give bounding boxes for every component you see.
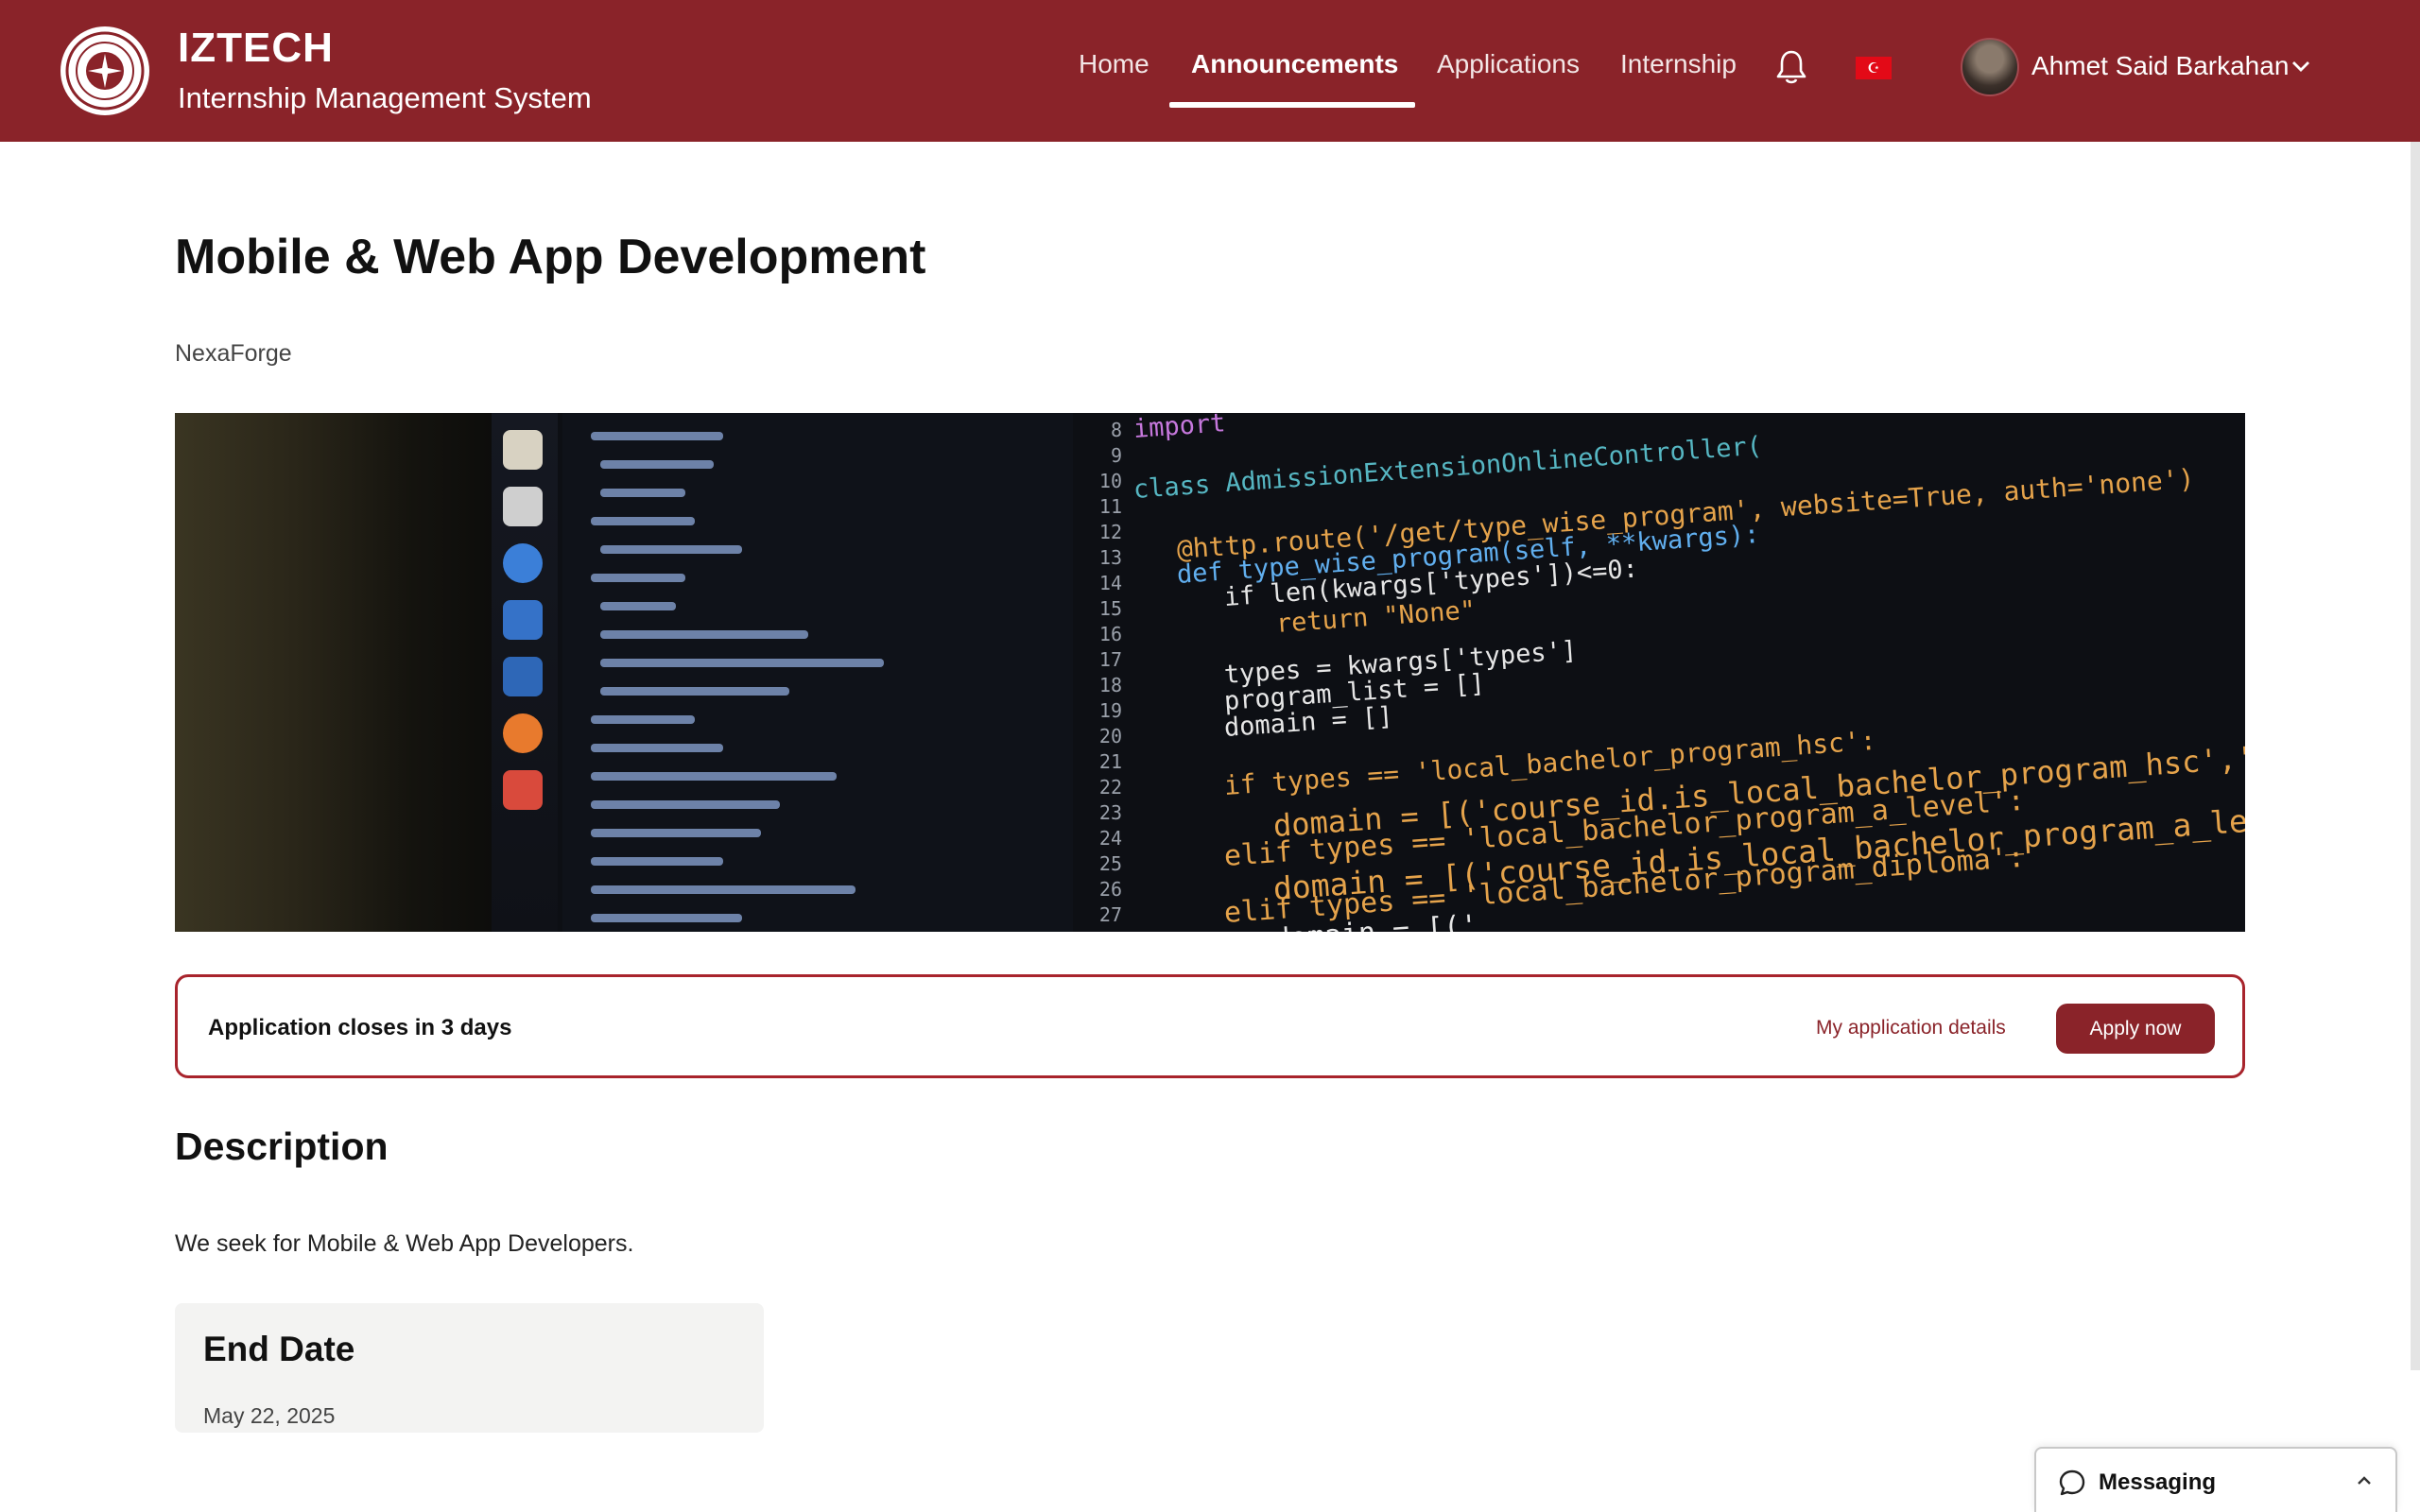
line-number: 15 xyxy=(1098,597,1122,620)
file-tree-line xyxy=(600,659,884,667)
file-tree-line xyxy=(591,715,695,724)
messaging-label: Messaging xyxy=(2099,1469,2217,1495)
nav-home[interactable]: Home xyxy=(1079,49,1150,79)
description-heading: Description xyxy=(175,1125,389,1168)
file-tree-line xyxy=(600,687,789,696)
application-closing-banner: Application closes in 3 days My applicat… xyxy=(175,974,2245,1078)
code-snippet: import class AdmissionExtensionOnlineCon… xyxy=(1130,413,2245,932)
line-number: 10 xyxy=(1098,470,1122,492)
line-number: 13 xyxy=(1098,546,1122,569)
code-line: class AdmissionExtensionOnlineController… xyxy=(1132,431,1763,505)
file-tree-line xyxy=(591,857,723,866)
dock-icon xyxy=(503,657,543,696)
file-tree-line xyxy=(591,517,695,525)
line-number: 19 xyxy=(1098,699,1122,722)
brand-title: IZTECH xyxy=(178,25,334,71)
file-tree-line xyxy=(591,885,856,894)
file-tree-line xyxy=(591,914,742,922)
dock-icon xyxy=(503,543,543,583)
turkish-flag-icon[interactable]: ☪ xyxy=(1856,57,1892,79)
chevron-up-icon[interactable] xyxy=(2353,1469,2376,1497)
nav-announcements[interactable]: Announcements xyxy=(1191,49,1398,79)
chevron-down-icon[interactable] xyxy=(2290,55,2312,82)
bell-icon[interactable] xyxy=(1775,49,1807,90)
hero-file-tree xyxy=(562,413,1073,932)
line-number: 14 xyxy=(1098,572,1122,594)
line-number: 20 xyxy=(1098,725,1122,747)
iztech-seal-icon[interactable] xyxy=(60,26,149,115)
page-scrollbar[interactable] xyxy=(2411,142,2420,1370)
brand-subtitle: Internship Management System xyxy=(178,81,592,114)
line-number: 8 xyxy=(1110,419,1122,441)
hero-background xyxy=(175,413,515,932)
avatar[interactable] xyxy=(1961,38,2019,96)
dock-icon xyxy=(503,600,543,640)
hero-image: 8 9 10 11 12 13 14 15 16 17 18 19 20 21 … xyxy=(175,413,2245,932)
file-tree-line xyxy=(591,744,723,752)
messaging-widget[interactable]: Messaging xyxy=(2034,1447,2397,1512)
user-name[interactable]: Ahmet Said Barkahan xyxy=(2031,51,2289,81)
file-tree-line xyxy=(591,432,723,440)
line-number: 9 xyxy=(1110,444,1122,467)
hero-dock xyxy=(492,413,558,932)
dock-icon xyxy=(503,430,543,470)
file-tree-line xyxy=(600,460,714,469)
line-number: 23 xyxy=(1098,801,1122,824)
line-number: 18 xyxy=(1098,674,1122,696)
line-number: 11 xyxy=(1098,495,1122,518)
file-tree-line xyxy=(591,574,685,582)
end-date-label: End Date xyxy=(203,1330,355,1368)
line-number: 16 xyxy=(1098,623,1122,645)
file-tree-line xyxy=(591,800,780,809)
nav-internship[interactable]: Internship xyxy=(1620,49,1737,79)
line-number: 25 xyxy=(1098,852,1122,875)
apply-now-button[interactable]: Apply now xyxy=(2056,1004,2215,1054)
dock-icon xyxy=(503,713,543,753)
line-number: 22 xyxy=(1098,776,1122,799)
code-line-numbers: 8 9 10 11 12 13 14 15 16 17 18 19 20 21 … xyxy=(1073,413,1130,932)
end-date-value: May 22, 2025 xyxy=(203,1403,336,1428)
line-number: 27 xyxy=(1098,903,1122,926)
top-navigation-bar: IZTECH Internship Management System Home… xyxy=(0,0,2420,142)
dock-icon xyxy=(503,770,543,810)
file-tree-line xyxy=(600,630,808,639)
line-number: 26 xyxy=(1098,878,1122,901)
file-tree-line xyxy=(600,489,685,497)
flag-glyph: ☪ xyxy=(1867,60,1880,77)
dock-icon xyxy=(503,487,543,526)
page-title: Mobile & Web App Development xyxy=(175,230,926,284)
active-tab-indicator xyxy=(1169,102,1415,108)
description-text: We seek for Mobile & Web App Developers. xyxy=(175,1230,634,1257)
my-application-details-link[interactable]: My application details xyxy=(1816,1017,2006,1040)
line-number: 12 xyxy=(1098,521,1122,543)
file-tree-line xyxy=(600,602,676,610)
line-number: 17 xyxy=(1098,648,1122,671)
line-number: 21 xyxy=(1098,750,1122,773)
nav-applications[interactable]: Applications xyxy=(1437,49,1580,79)
file-tree-line xyxy=(591,829,761,837)
end-date-card: End Date May 22, 2025 xyxy=(175,1303,764,1433)
closing-countdown-text: Application closes in 3 days xyxy=(208,1015,512,1040)
chat-bubble-icon xyxy=(2057,1468,2087,1503)
company-name: NexaForge xyxy=(175,340,292,367)
code-line: import xyxy=(1132,413,1227,444)
file-tree-line xyxy=(591,772,837,781)
file-tree-line xyxy=(600,545,742,554)
line-number: 24 xyxy=(1098,827,1122,850)
